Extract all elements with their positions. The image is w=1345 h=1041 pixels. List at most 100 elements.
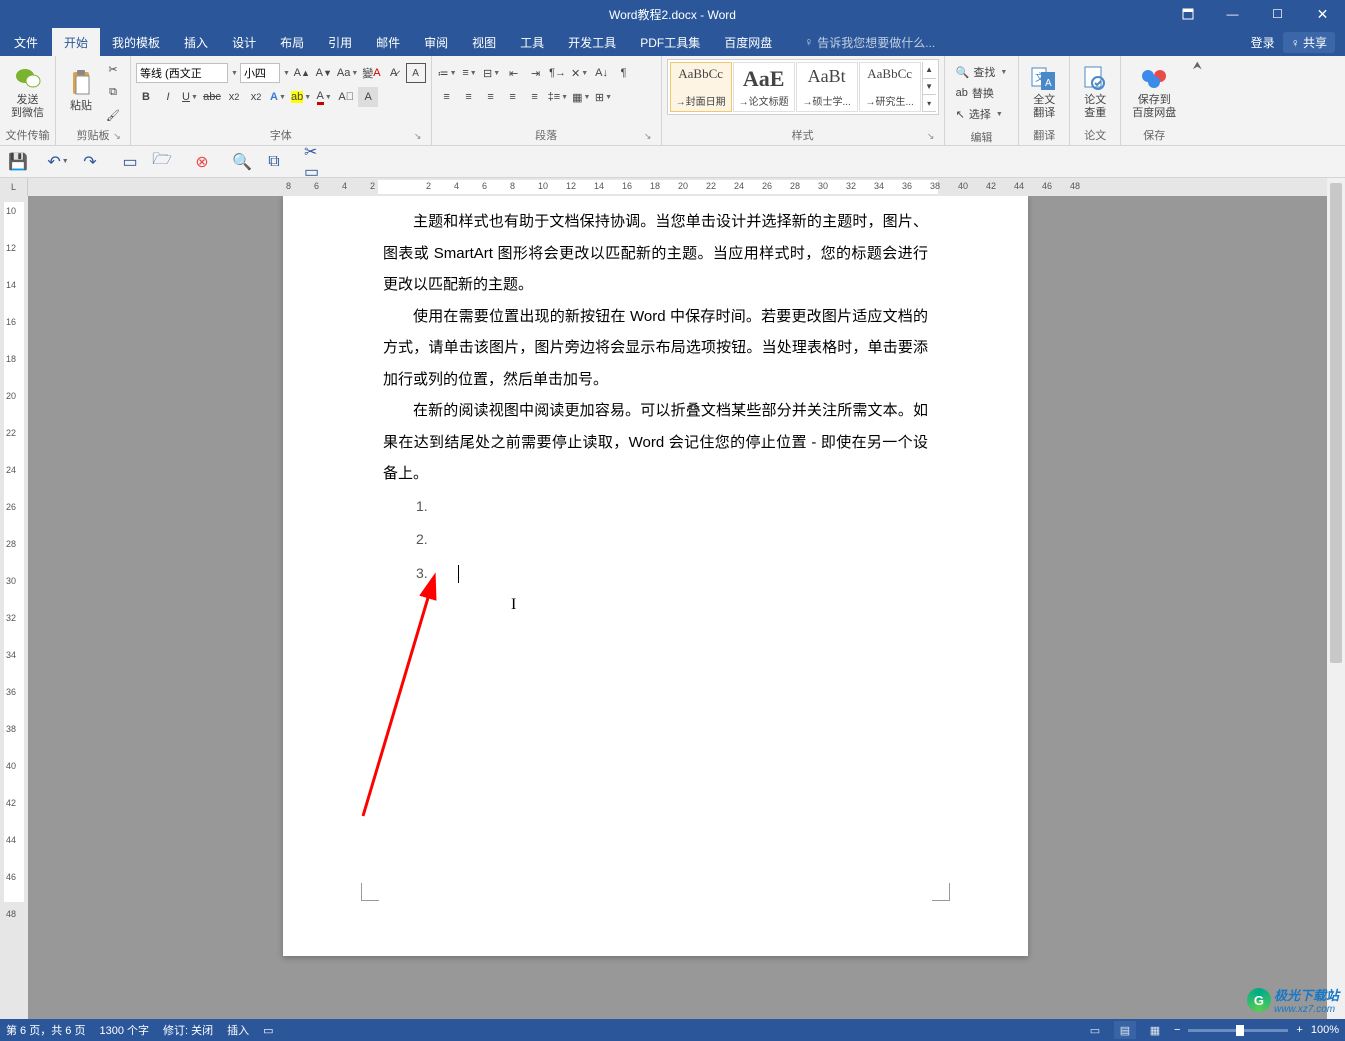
qat-redo-button[interactable]: ↷ [80, 152, 100, 172]
select-button[interactable]: ↖选择▼ [956, 105, 1008, 123]
enclose-char-button[interactable]: A [406, 63, 426, 83]
page[interactable]: 主题和样式也有助于文档保持协调。当您单击设计并选择新的主题时，图片、图表或 Sm… [283, 196, 1028, 956]
save-baidu-button[interactable]: 保存到 百度网盘 [1126, 59, 1182, 125]
status-mode[interactable]: 插入 [227, 1022, 249, 1038]
justify-button[interactable]: ≡ [503, 87, 523, 107]
status-extra-icon[interactable]: ▭ [263, 1024, 273, 1037]
tab-mailings[interactable]: 邮件 [364, 28, 412, 56]
minimize-button[interactable]: — [1210, 0, 1255, 28]
tab-baidu[interactable]: 百度网盘 [712, 28, 784, 56]
strike-button[interactable]: abc [202, 87, 222, 107]
numbered-list[interactable]: 1. 2. 3. [383, 490, 928, 591]
maximize-button[interactable]: ☐ [1255, 0, 1300, 28]
sort-button[interactable]: A↓ [592, 63, 612, 83]
view-print-button[interactable]: ▤ [1114, 1021, 1136, 1039]
tab-design[interactable]: 设计 [220, 28, 268, 56]
zoom-in-button[interactable]: + [1296, 1024, 1302, 1036]
char-shading-button[interactable]: A⃝ [336, 87, 356, 107]
styles-expand[interactable]: ▾ [923, 95, 936, 112]
tab-references[interactable]: 引用 [316, 28, 364, 56]
zoom-out-button[interactable]: − [1174, 1024, 1180, 1036]
align-right-button[interactable]: ≡ [481, 87, 501, 107]
list-item[interactable]: 1. [416, 490, 928, 524]
view-read-button[interactable]: ▭ [1084, 1021, 1106, 1039]
change-case-button[interactable]: Aa▼ [336, 63, 359, 83]
copy-button[interactable]: ⧉ [103, 82, 123, 102]
phonetic-guide-button[interactable]: 變A [361, 63, 381, 83]
qat-copy2-button[interactable]: ⧉ [264, 152, 284, 172]
paragraph-launcher[interactable]: ↘ [642, 131, 654, 143]
zoom-slider[interactable] [1188, 1029, 1288, 1032]
align-center-button[interactable]: ≡ [459, 87, 479, 107]
list-item[interactable]: 2. [416, 523, 928, 557]
qat-open-button[interactable]: 🗁 [152, 152, 172, 172]
font-launcher[interactable]: ↘ [412, 131, 424, 143]
share-button[interactable]: ♀ 共享 [1283, 32, 1335, 53]
asian-layout-button[interactable]: ✕▼ [570, 63, 590, 83]
qat-baidu-button[interactable]: ⊗ [192, 152, 212, 172]
ltr-button[interactable]: ¶→ [548, 63, 568, 83]
numbering-button[interactable]: ≡▼ [460, 63, 480, 83]
ruler-corner[interactable]: L [0, 178, 28, 196]
superscript-button[interactable]: x2 [246, 87, 266, 107]
view-web-button[interactable]: ▦ [1144, 1021, 1166, 1039]
find-button[interactable]: 🔍查找▼ [956, 63, 1008, 81]
styles-scroll-up[interactable]: ▲ [923, 62, 936, 79]
tab-view[interactable]: 视图 [460, 28, 508, 56]
paste-button[interactable]: 粘贴 [61, 59, 101, 125]
underline-button[interactable]: U▼ [180, 87, 200, 107]
tab-review[interactable]: 审阅 [412, 28, 460, 56]
tab-developer[interactable]: 开发工具 [556, 28, 628, 56]
tell-me[interactable]: ♀告诉我您想要做什么... [804, 34, 935, 51]
translate-button[interactable]: 文A 全文 翻译 [1024, 59, 1064, 125]
paragraph[interactable]: 在新的阅读视图中阅读更加容易。可以折叠文档某些部分并关注所需文本。如果在达到结尾… [383, 395, 928, 490]
distribute-button[interactable]: ≡ [525, 87, 545, 107]
style-item[interactable]: AaE→论文标题 [733, 62, 795, 112]
shrink-font-button[interactable]: A▼ [314, 63, 334, 83]
bullets-button[interactable]: ≔▼ [437, 63, 458, 83]
text-effects-button[interactable]: A▼ [268, 87, 288, 107]
styles-launcher[interactable]: ↘ [925, 131, 937, 143]
qat-new-button[interactable]: ▭ [120, 152, 140, 172]
ribbon-display-options-icon[interactable] [1165, 0, 1210, 28]
tab-pdf[interactable]: PDF工具集 [628, 28, 712, 56]
status-page[interactable]: 第 6 页，共 6 页 [6, 1022, 85, 1038]
font-size-combo[interactable] [240, 63, 280, 83]
paragraph[interactable]: 使用在需要位置出现的新按钮在 Word 中保存时间。若要更改图片适应文档的方式，… [383, 301, 928, 396]
italic-button[interactable]: I [158, 87, 178, 107]
collapse-ribbon-button[interactable]: ⮝ [1193, 60, 1202, 73]
tab-tools[interactable]: 工具 [508, 28, 556, 56]
replace-button[interactable]: ab替换 [956, 84, 1008, 102]
line-spacing-button[interactable]: ‡≡▼ [547, 87, 569, 107]
list-item[interactable]: 3. [416, 557, 928, 591]
tab-mytemplates[interactable]: 我的模板 [100, 28, 172, 56]
clipboard-launcher[interactable]: ↘ [111, 131, 123, 143]
vertical-ruler[interactable]: 1012141618202224262830323436384042444648 [0, 196, 28, 1019]
status-track[interactable]: 修订: 关闭 [163, 1022, 213, 1038]
qat-undo-button[interactable]: ↶▼ [48, 152, 68, 172]
font-color-button[interactable]: A▼ [314, 87, 334, 107]
decrease-indent-button[interactable]: ⇤ [504, 63, 524, 83]
styles-gallery[interactable]: AaBbCc→封面日期 AaE→论文标题 AaBt→硕士学... AaBbCc→… [667, 59, 939, 115]
clear-format-button[interactable]: A̷ [384, 63, 404, 83]
close-button[interactable]: ✕ [1300, 0, 1345, 28]
status-words[interactable]: 1300 个字 [99, 1022, 149, 1038]
cut-button[interactable]: ✂ [103, 59, 123, 79]
style-item[interactable]: AaBbCc→封面日期 [670, 62, 732, 112]
vertical-scrollbar[interactable] [1327, 178, 1345, 1019]
paper-check-button[interactable]: 论文 查重 [1075, 59, 1115, 125]
login-link[interactable]: 登录 [1251, 34, 1275, 51]
scrollbar-thumb[interactable] [1330, 183, 1342, 663]
tab-layout[interactable]: 布局 [268, 28, 316, 56]
styles-scroll-down[interactable]: ▼ [923, 79, 936, 96]
send-to-wechat-button[interactable]: 发送 到微信 [5, 59, 50, 125]
show-marks-button[interactable]: ¶ [614, 63, 634, 83]
paragraph[interactable]: 主题和样式也有助于文档保持协调。当您单击设计并选择新的主题时，图片、图表或 Sm… [383, 206, 928, 301]
align-left-button[interactable]: ≡ [437, 87, 457, 107]
tab-home[interactable]: 开始 [52, 28, 100, 56]
style-item[interactable]: AaBbCc→研究生... [859, 62, 921, 112]
multilevel-button[interactable]: ⊟▼ [482, 63, 502, 83]
grow-font-button[interactable]: A▲ [292, 63, 312, 83]
shading-button[interactable]: ▦▼ [571, 87, 591, 107]
style-item[interactable]: AaBt→硕士学... [796, 62, 858, 112]
